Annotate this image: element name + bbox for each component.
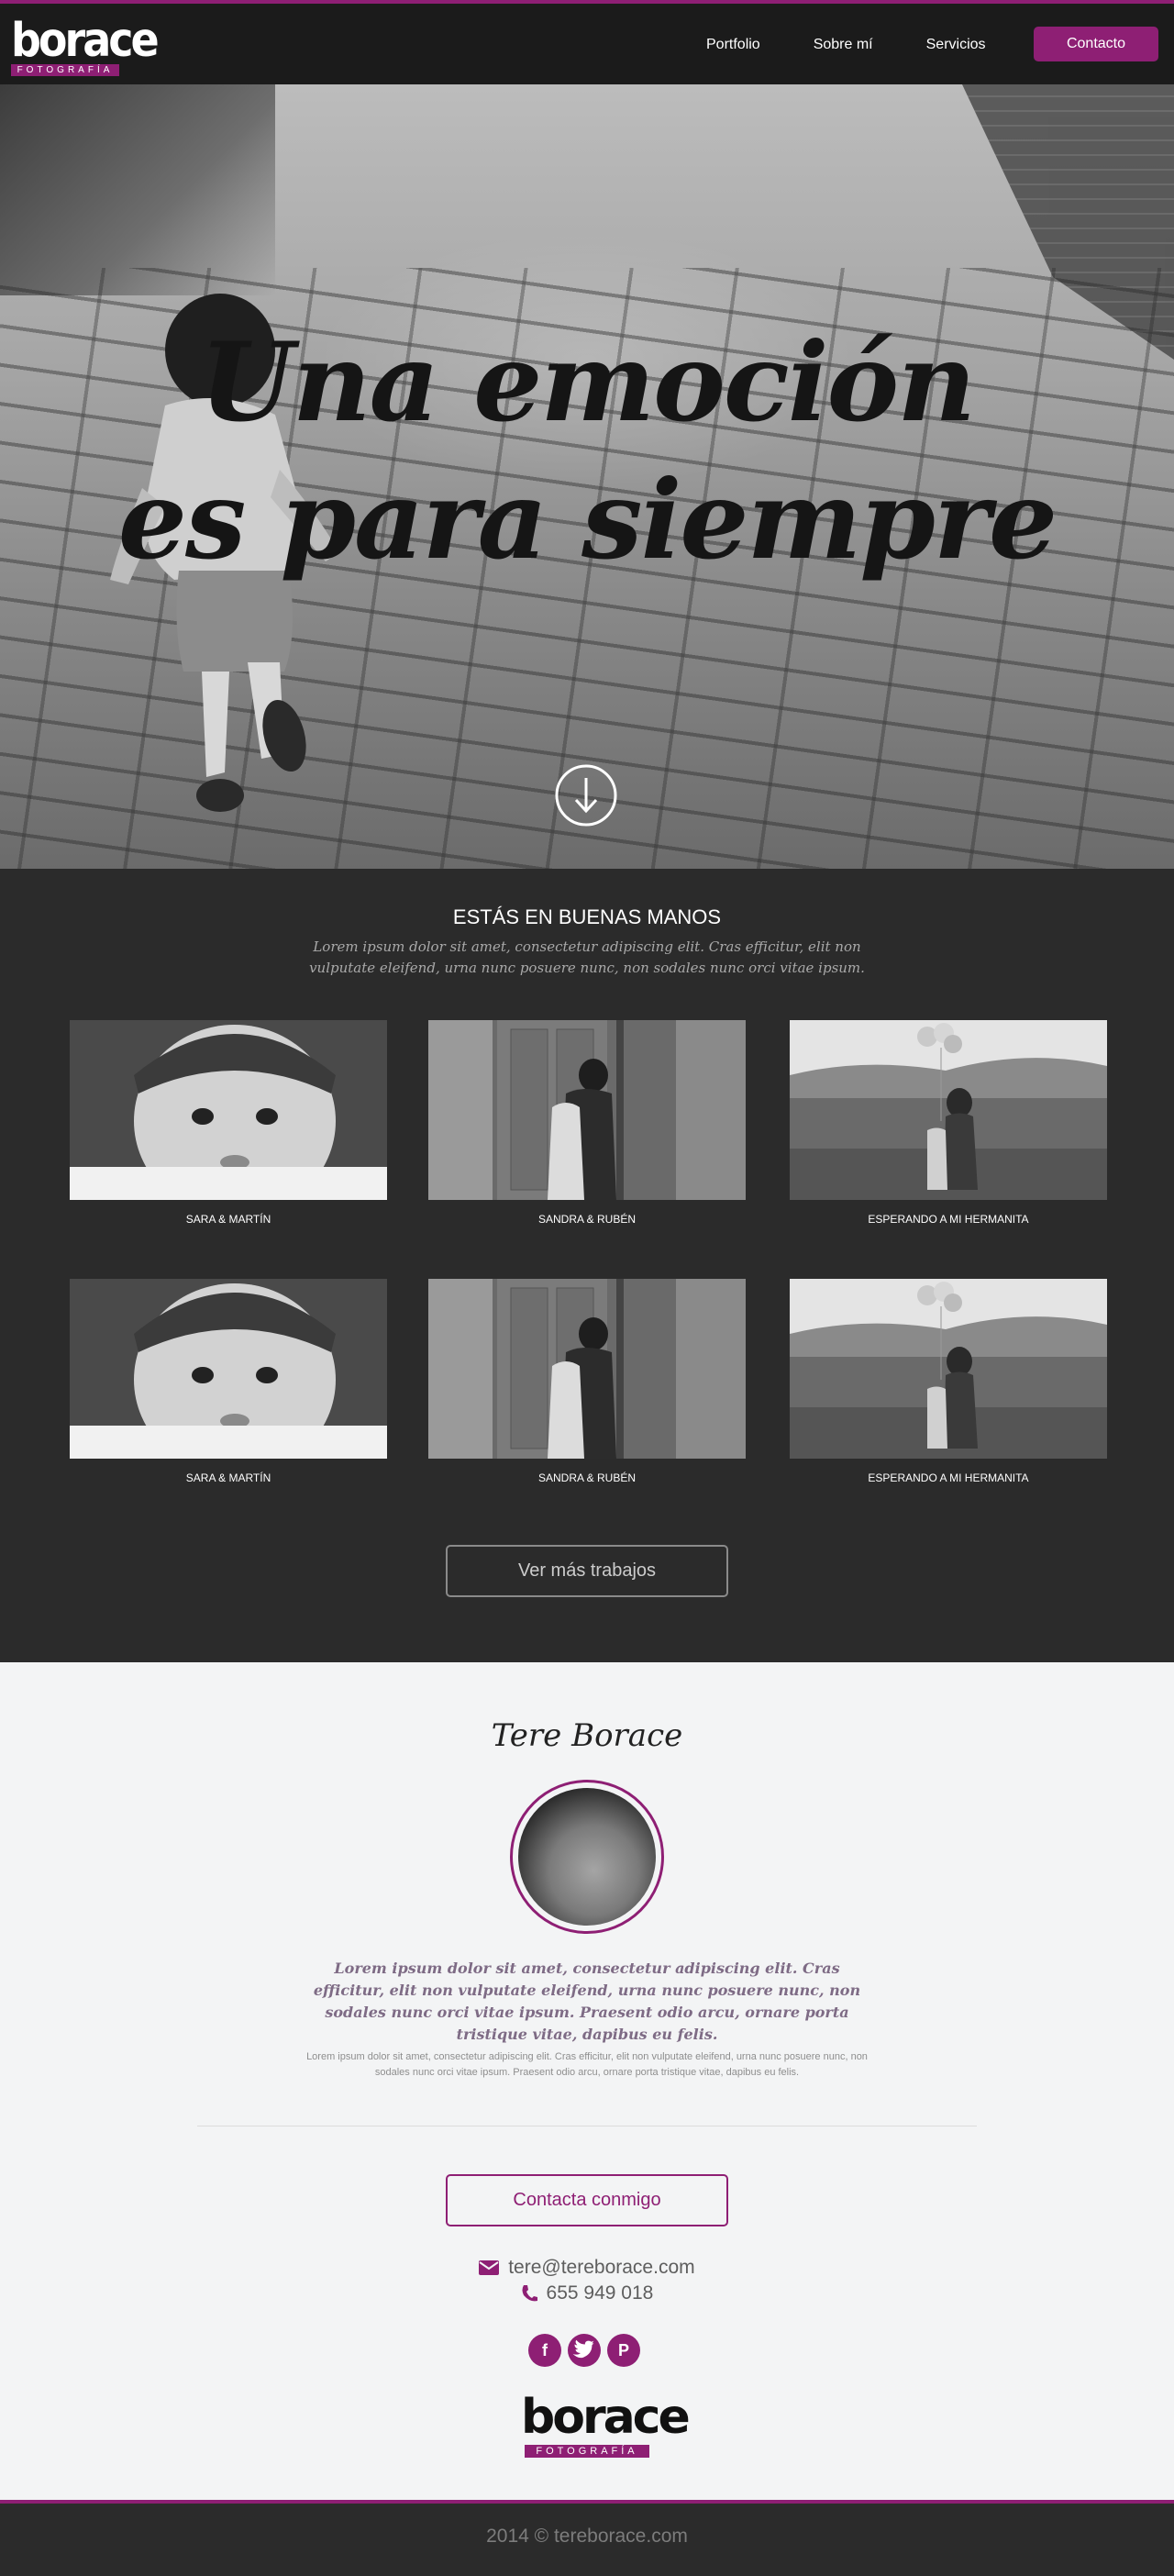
- more-works-button[interactable]: Ver más trabajos: [446, 1545, 728, 1597]
- about-body: Lorem ipsum dolor sit amet, consectetur …: [306, 2051, 868, 2078]
- work-photo-couple-door: [428, 1279, 746, 1459]
- nav-item-sobre-mi[interactable]: Sobre mí: [814, 31, 873, 59]
- footer: 2014 © tereborace.com: [0, 2504, 1174, 2576]
- avatar: [510, 1780, 664, 1934]
- work-card[interactable]: SARA & MARTÍN: [70, 1279, 387, 1484]
- phone-icon: [522, 2285, 537, 2302]
- about-quote: Lorem ipsum dolor sit amet, consectetur …: [313, 1960, 861, 2043]
- about-section: Tere Borace Lorem ipsum dolor sit amet, …: [0, 1662, 1174, 2500]
- photographer-name: Tere Borace: [491, 1717, 683, 1754]
- nav-item-portfolio[interactable]: Portfolio: [706, 31, 760, 59]
- works-section: ESTÁS EN BUENAS MANOS Lorem ipsum dolor …: [0, 869, 1174, 1662]
- works-title: ESTÁS EN BUENAS MANOS: [452, 905, 722, 928]
- work-caption: ESPERANDO A MI HERMANITA: [868, 1471, 1029, 1484]
- work-caption: SARA & MARTÍN: [185, 1213, 271, 1226]
- work-photo-balloons-field: [790, 1020, 1107, 1200]
- phone-line[interactable]: 655 949 018: [0, 2282, 1174, 2304]
- top-navigation: borace FOTOGRAFÍA Portfolio Sobre mí Ser…: [0, 4, 1174, 84]
- work-photo-baby: [70, 1020, 387, 1217]
- avatar-photo: [518, 1788, 656, 1926]
- social-links: f P: [528, 2334, 640, 2367]
- work-caption: SARA & MARTÍN: [185, 1471, 271, 1484]
- contact-me-button[interactable]: Contacta conmigo: [446, 2174, 728, 2226]
- work-caption: SANDRA & RUBÉN: [537, 1471, 637, 1484]
- work-photo-baby: [70, 1279, 387, 1476]
- work-card[interactable]: SARA & MARTÍN: [70, 1020, 387, 1226]
- work-card[interactable]: ESPERANDO A MI HERMANITA: [790, 1020, 1107, 1226]
- envelope-icon: [479, 2260, 500, 2276]
- work-caption: ESPERANDO A MI HERMANITA: [868, 1213, 1029, 1226]
- hero-headline-line-1: Una emoción: [199, 318, 976, 446]
- brand-name: borace: [11, 12, 160, 68]
- nav-item-servicios[interactable]: Servicios: [926, 31, 986, 59]
- facebook-icon[interactable]: f: [528, 2334, 561, 2367]
- work-photo-balloons-field: [790, 1279, 1107, 1459]
- brand-logo[interactable]: borace FOTOGRAFÍA: [11, 12, 160, 76]
- copyright-text: 2014 © tereborace.com: [486, 2526, 688, 2547]
- email-text: tere@tereborace.com: [508, 2257, 695, 2278]
- email-line[interactable]: tere@tereborace.com: [0, 2257, 1174, 2279]
- hero-stone-wall-left: [0, 84, 275, 295]
- main-menu: Portfolio Sobre mí Servicios: [706, 31, 1039, 59]
- pinterest-icon[interactable]: P: [607, 2334, 640, 2367]
- hero-headline: Una emoción es para siempre: [0, 314, 1174, 589]
- phone-text: 655 949 018: [546, 2282, 654, 2304]
- work-card[interactable]: SANDRA & RUBÉN: [428, 1279, 746, 1484]
- work-photo-couple-door: [428, 1020, 746, 1200]
- contact-nav-button[interactable]: Contacto: [1034, 27, 1158, 61]
- work-caption: SANDRA & RUBÉN: [537, 1213, 637, 1226]
- arrow-down-circle-icon[interactable]: [554, 763, 618, 827]
- work-card[interactable]: SANDRA & RUBÉN: [428, 1020, 746, 1226]
- hero-headline-line-2: es para siempre: [117, 456, 1058, 583]
- hero-section: Una emoción es para siempre: [0, 84, 1174, 869]
- footer-brand-tagline: FOTOGRAFÍA: [525, 2445, 649, 2458]
- twitter-icon[interactable]: [568, 2334, 601, 2367]
- work-card[interactable]: ESPERANDO A MI HERMANITA: [790, 1279, 1107, 1484]
- footer-brand-logo[interactable]: borace FOTOGRAFÍA: [521, 2390, 691, 2458]
- footer-brand-name: borace: [521, 2390, 691, 2445]
- works-intro: Lorem ipsum dolor sit amet, consectetur …: [309, 938, 865, 976]
